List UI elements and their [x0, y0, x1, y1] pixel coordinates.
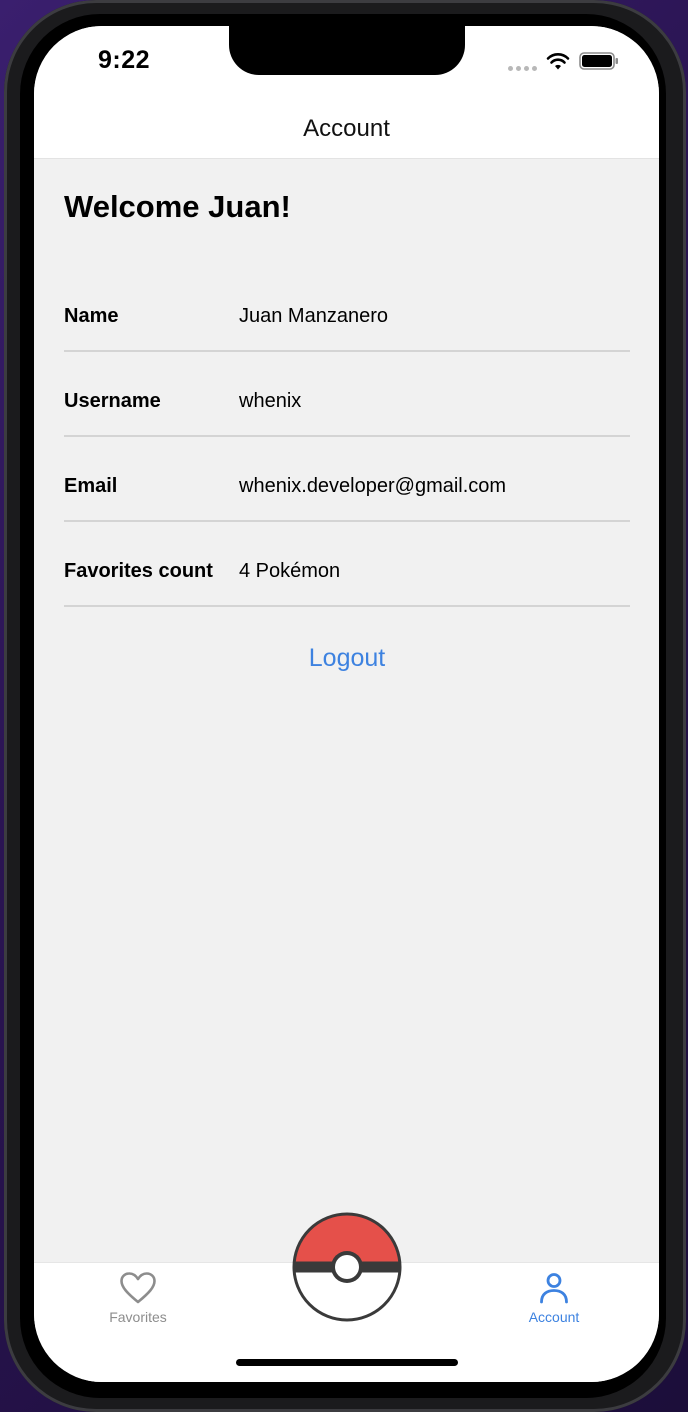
- info-row-name: Name Juan Manzanero: [64, 267, 630, 352]
- info-value: whenix.developer@gmail.com: [239, 475, 507, 497]
- info-row-email: Email whenix.developer@gmail.com: [64, 437, 630, 522]
- wifi-icon: [546, 53, 570, 70]
- info-value: whenix: [239, 390, 302, 412]
- page-title: Account: [303, 115, 390, 142]
- tab-account-label: Account: [528, 1309, 580, 1325]
- home-indicator: [236, 1359, 458, 1366]
- user-icon: [540, 1273, 568, 1304]
- logout-button[interactable]: Logout: [64, 644, 630, 673]
- tab-favorites-label: Favorites: [109, 1309, 167, 1325]
- welcome-heading: Welcome Juan!: [64, 189, 291, 224]
- tab-favorites[interactable]: Favorites: [78, 1271, 198, 1325]
- info-row-username: Username whenix: [64, 352, 630, 437]
- info-label: Email: [64, 475, 118, 497]
- info-row-favorites-count: Favorites count 4 Pokémon: [64, 522, 630, 607]
- info-value: Juan Manzanero: [239, 305, 388, 327]
- notch: [229, 26, 465, 75]
- info-label: Favorites count: [64, 560, 213, 582]
- info-label: Username: [64, 390, 161, 412]
- status-time: 9:22: [98, 46, 151, 74]
- tab-account[interactable]: Account: [494, 1271, 614, 1325]
- cellular-signal-icon: [508, 66, 537, 71]
- navigation-bar: Account: [34, 100, 659, 159]
- pokeball-icon[interactable]: [292, 1212, 402, 1322]
- battery-icon: [579, 52, 618, 70]
- heart-icon: [120, 1272, 156, 1304]
- info-label: Name: [64, 305, 119, 327]
- info-value: 4 Pokémon: [239, 560, 341, 582]
- device-screen: 9:22 Account Welcome Juan! Name Juan Man…: [34, 26, 659, 1382]
